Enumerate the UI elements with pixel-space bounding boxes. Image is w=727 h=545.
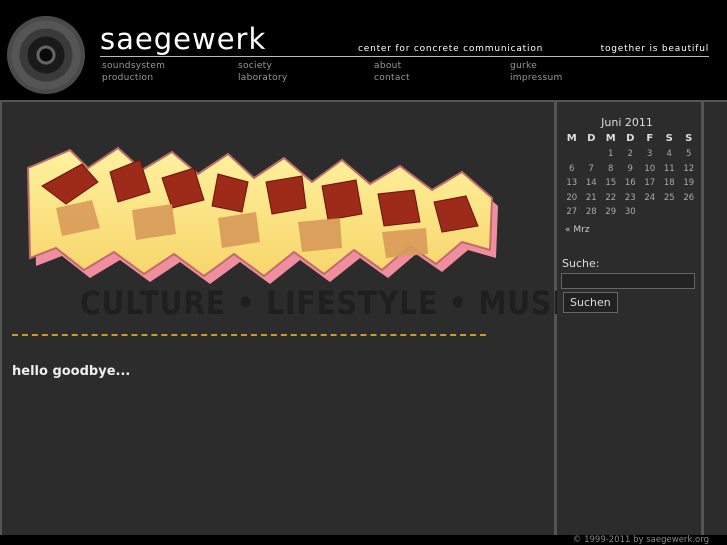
calendar-table: M D M D F S S 1 2 3 4 5 6 7 8 9 10 11 12… <box>562 130 699 220</box>
calendar-caption: Juni 2011 <box>601 116 653 129</box>
calendar-day: 10 <box>644 163 656 174</box>
weekday-header: D <box>626 133 635 144</box>
dashed-divider <box>12 334 486 336</box>
logo-disc-icon[interactable] <box>7 16 85 94</box>
search-input[interactable] <box>561 273 695 289</box>
sidebar: Juni 2011 M D M D F S S 1 2 3 4 5 6 7 8 … <box>557 102 701 535</box>
banner-subtext: CULTURE • LIFESTYLE • MUSIC <box>80 284 586 322</box>
calendar-day: 15 <box>605 178 617 189</box>
calendar-day: 12 <box>683 163 695 174</box>
header: saegewerk center for concrete communicat… <box>0 0 727 100</box>
nav-link-society[interactable]: society <box>238 61 272 71</box>
search-label: Suche: <box>562 257 600 270</box>
calendar-day: 22 <box>605 192 617 203</box>
calendar-day: 5 <box>686 149 692 160</box>
post-title[interactable]: hello goodbye... <box>12 364 130 379</box>
nav-link-laboratory[interactable]: laboratory <box>238 73 288 83</box>
tagline-left: center for concrete communication <box>358 44 544 54</box>
weekday-header: S <box>685 133 693 144</box>
calendar-week-row: 6 7 8 9 10 11 12 <box>562 162 699 177</box>
footer-copyright: © 1999-2011 by saegewerk.org <box>572 535 709 545</box>
search-button[interactable]: Suchen <box>563 292 618 313</box>
nav-link-gurke[interactable]: gurke <box>510 61 537 71</box>
content-wrapper: saegewerk CULTURE • LIFESTYLE • MUSIC he… <box>0 100 727 535</box>
weekday-header: F <box>646 133 654 144</box>
calendar-day: 1 <box>608 149 614 160</box>
calendar-day: 2 <box>627 149 633 160</box>
calendar-day: 16 <box>624 178 636 189</box>
calendar-day: 4 <box>666 149 672 160</box>
calendar-weekday-row: M D M D F S S <box>562 130 699 147</box>
calendar-day: 17 <box>644 178 656 189</box>
calendar-day: 27 <box>566 207 578 218</box>
calendar-day: 20 <box>566 192 578 203</box>
calendar-day: 11 <box>663 163 675 174</box>
calendar-day <box>562 147 582 162</box>
calendar-day: 13 <box>566 178 578 189</box>
graffiti-banner-image: saegewerk <box>26 146 498 284</box>
calendar-week-row: 1 2 3 4 5 <box>562 147 699 162</box>
calendar-day: 30 <box>624 207 636 218</box>
calendar-day: 3 <box>647 149 653 160</box>
calendar-day: 26 <box>683 192 695 203</box>
nav-link-impressum[interactable]: impressum <box>510 73 563 83</box>
calendar-day <box>640 205 660 220</box>
weekday-header: M <box>566 133 577 144</box>
nav-link-production[interactable]: production <box>102 73 153 83</box>
calendar-week-row: 20 21 22 23 24 25 26 <box>562 191 699 206</box>
calendar-day <box>679 205 699 220</box>
nav-link-soundsystem[interactable]: soundsystem <box>102 61 165 71</box>
calendar-prev-month-link[interactable]: « Mrz <box>565 225 590 235</box>
calendar-day: 18 <box>663 178 675 189</box>
weekday-header: S <box>665 133 673 144</box>
nav-link-contact[interactable]: contact <box>374 73 410 83</box>
calendar-day: 8 <box>608 163 614 174</box>
site-title[interactable]: saegewerk <box>100 22 266 56</box>
calendar-day: 23 <box>624 192 636 203</box>
calendar-day: 7 <box>588 163 594 174</box>
tagline-right: together is beautiful <box>600 44 709 54</box>
calendar-day: 29 <box>605 207 617 218</box>
calendar-day: 14 <box>585 178 597 189</box>
calendar-day <box>660 205 680 220</box>
calendar-day: 28 <box>585 207 597 218</box>
weekday-header: M <box>605 133 616 144</box>
right-column <box>704 102 727 535</box>
calendar-day: 9 <box>627 163 633 174</box>
calendar-day: 21 <box>585 192 597 203</box>
calendar-day: 6 <box>569 163 575 174</box>
calendar-week-row: 27 28 29 30 <box>562 205 699 220</box>
weekday-header: D <box>587 133 596 144</box>
main-content: saegewerk CULTURE • LIFESTYLE • MUSIC he… <box>2 102 584 535</box>
calendar-day <box>582 147 602 162</box>
nav-link-about[interactable]: about <box>374 61 401 71</box>
calendar-day: 19 <box>683 178 695 189</box>
title-divider <box>100 56 709 57</box>
calendar-day: 25 <box>663 192 675 203</box>
calendar-day: 24 <box>644 192 656 203</box>
calendar-week-row: 13 14 15 16 17 18 19 <box>562 176 699 191</box>
